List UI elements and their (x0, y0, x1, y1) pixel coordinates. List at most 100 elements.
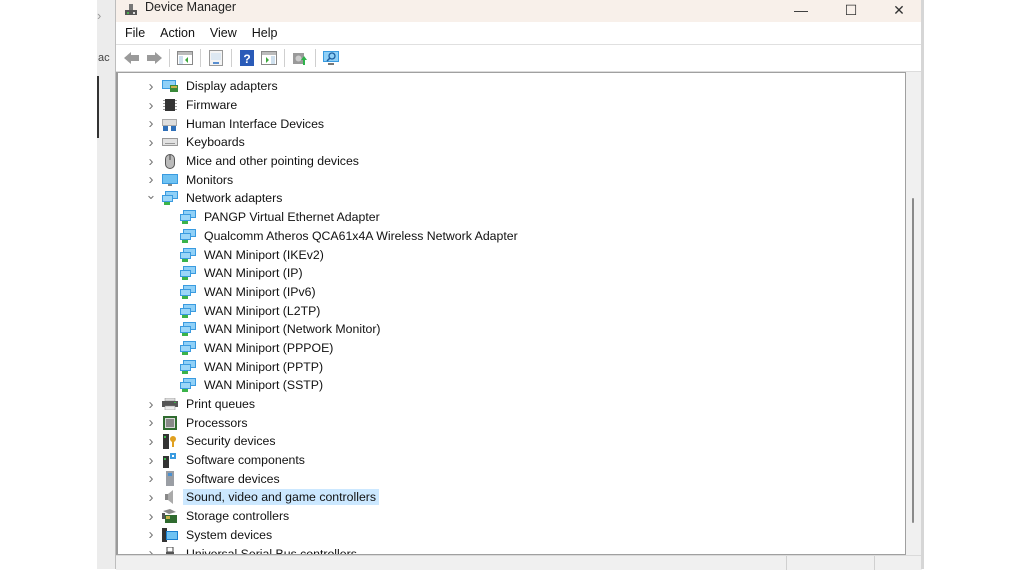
chevron-right-icon[interactable]: › (144, 134, 158, 151)
tree-item-label: Software devices (186, 471, 280, 486)
chevron-right-icon[interactable]: › (144, 508, 158, 525)
update-driver-button[interactable] (289, 48, 311, 68)
title-bar[interactable]: Device Manager — ☐ ✕ (116, 0, 922, 22)
tree-category-item[interactable]: › Sound, video and game controllers (118, 488, 905, 507)
tree-category-item[interactable]: › Keyboards (118, 133, 905, 152)
tree-device-item[interactable]: Qualcomm Atheros QCA61x4A Wireless Netwo… (118, 227, 905, 246)
tree-item-label: Mice and other pointing devices (186, 154, 359, 169)
menu-bar: File Action View Help (116, 22, 922, 45)
menu-view[interactable]: View (210, 26, 237, 40)
chevron-right-icon[interactable]: › (144, 171, 158, 188)
mouse-icon (162, 153, 178, 169)
tree-category-item[interactable]: › Firmware (118, 96, 905, 115)
close-button[interactable]: ✕ (876, 0, 922, 20)
tree-item-label: WAN Miniport (IP) (204, 266, 303, 281)
chevron-right-icon[interactable]: › (144, 396, 158, 413)
software-device-icon (162, 471, 178, 487)
show-hide-console-tree-button[interactable] (174, 48, 196, 68)
chevron-right-icon[interactable]: › (144, 97, 158, 114)
chevron-right-icon[interactable]: › (144, 452, 158, 469)
tree-category-item[interactable]: › Display adapters (118, 77, 905, 96)
tree-device-item[interactable]: WAN Miniport (IP) (118, 264, 905, 283)
tree-item-label: WAN Miniport (IPv6) (204, 284, 316, 299)
chevron-right-icon[interactable]: › (144, 115, 158, 132)
tree-item-label: Keyboards (186, 135, 245, 150)
chevron-right-icon[interactable]: › (144, 153, 158, 170)
tree-item-label: WAN Miniport (Network Monitor) (204, 322, 381, 337)
storage-controller-icon (162, 508, 178, 523)
background-window-strip: › ac (97, 0, 116, 569)
tree-item-label: PANGP Virtual Ethernet Adapter (204, 210, 380, 225)
scrollbar-thumb[interactable] (912, 198, 914, 523)
tree-device-item[interactable]: WAN Miniport (PPTP) (118, 357, 905, 376)
properties-button[interactable] (205, 48, 227, 68)
tree-device-item[interactable]: WAN Miniport (PPPOE) (118, 339, 905, 358)
network-adapter-icon (180, 378, 196, 393)
back-button[interactable] (121, 48, 143, 68)
back-icon (124, 52, 139, 64)
tree-category-item[interactable]: › Software components (118, 451, 905, 470)
tree-category-item[interactable]: › Security devices (118, 432, 905, 451)
menu-file[interactable]: File (125, 26, 145, 40)
toolbar-separator (284, 49, 285, 67)
chevron-right-icon[interactable]: › (144, 545, 158, 554)
chevron-right-icon[interactable]: › (144, 526, 158, 543)
maximize-button[interactable]: ☐ (828, 0, 874, 20)
tree-device-item[interactable]: PANGP Virtual Ethernet Adapter (118, 208, 905, 227)
chevron-right-icon[interactable]: › (144, 414, 158, 431)
tree-category-item[interactable]: › Storage controllers (118, 507, 905, 526)
vertical-scrollbar[interactable] (906, 72, 922, 555)
chevron-right-icon[interactable]: › (144, 78, 158, 95)
tree-category-item[interactable]: › Monitors (118, 170, 905, 189)
tree-device-item[interactable]: WAN Miniport (IPv6) (118, 283, 905, 302)
tree-category-item[interactable]: › Processors (118, 413, 905, 432)
display-adapter-icon (162, 79, 178, 93)
background-chevron-icon: › (97, 8, 102, 23)
system-devices-icon (162, 527, 178, 542)
forward-button[interactable] (143, 48, 165, 68)
tree-device-item[interactable]: WAN Miniport (IKEv2) (118, 245, 905, 264)
network-adapter-icon (180, 228, 196, 243)
tree-device-item[interactable]: WAN Miniport (SSTP) (118, 376, 905, 395)
status-separator (874, 556, 875, 570)
tree-device-item[interactable]: WAN Miniport (L2TP) (118, 301, 905, 320)
tree-category-item[interactable]: › Software devices (118, 469, 905, 488)
tree-item-label: Software components (186, 453, 305, 468)
chevron-down-icon[interactable]: ⌄ (144, 187, 158, 203)
hid-icon (162, 117, 178, 131)
tree-item-label: Print queues (186, 397, 256, 412)
forward-icon (147, 52, 162, 64)
software-component-icon (162, 452, 178, 468)
tree-category-item[interactable]: › Human Interface Devices (118, 114, 905, 133)
toolbar-separator (315, 49, 316, 67)
device-tree[interactable]: › Display adapters › Firmware › Human Interfa… (116, 72, 906, 555)
show-action-pane-button[interactable] (258, 48, 280, 68)
tree-device-item[interactable]: WAN Miniport (Network Monitor) (118, 320, 905, 339)
tree-category-item[interactable]: › Print queues (118, 395, 905, 414)
menu-action[interactable]: Action (160, 26, 195, 40)
menu-help[interactable]: Help (252, 26, 278, 40)
tree-item-label: WAN Miniport (PPTP) (204, 359, 324, 374)
network-adapter-icon (180, 340, 196, 355)
minimize-button[interactable]: — (778, 0, 824, 20)
status-bar (116, 555, 922, 570)
window-border (921, 0, 924, 569)
chevron-right-icon[interactable]: › (144, 433, 158, 450)
usb-icon (162, 546, 178, 554)
help-button[interactable]: ? (236, 48, 258, 68)
update-driver-icon (293, 53, 307, 65)
tree-category-item[interactable]: › Mice and other pointing devices (118, 152, 905, 171)
tree-category-item[interactable]: › System devices (118, 526, 905, 545)
chevron-right-icon[interactable]: › (144, 489, 158, 506)
network-adapter-icon (180, 359, 196, 374)
background-divider (97, 76, 99, 138)
scan-hardware-button[interactable] (320, 48, 342, 68)
tree-item-label: Security devices (186, 434, 276, 449)
tree-category-item[interactable]: ⌄ Network adapters (118, 187, 905, 208)
tree-category-item[interactable]: › Universal Serial Bus controllers (118, 544, 905, 554)
svg-text:?: ? (243, 52, 250, 66)
properties-icon (209, 50, 223, 66)
tree-item-label: Processors (186, 415, 248, 430)
chevron-right-icon[interactable]: › (144, 470, 158, 487)
toolbar-separator (169, 49, 170, 67)
